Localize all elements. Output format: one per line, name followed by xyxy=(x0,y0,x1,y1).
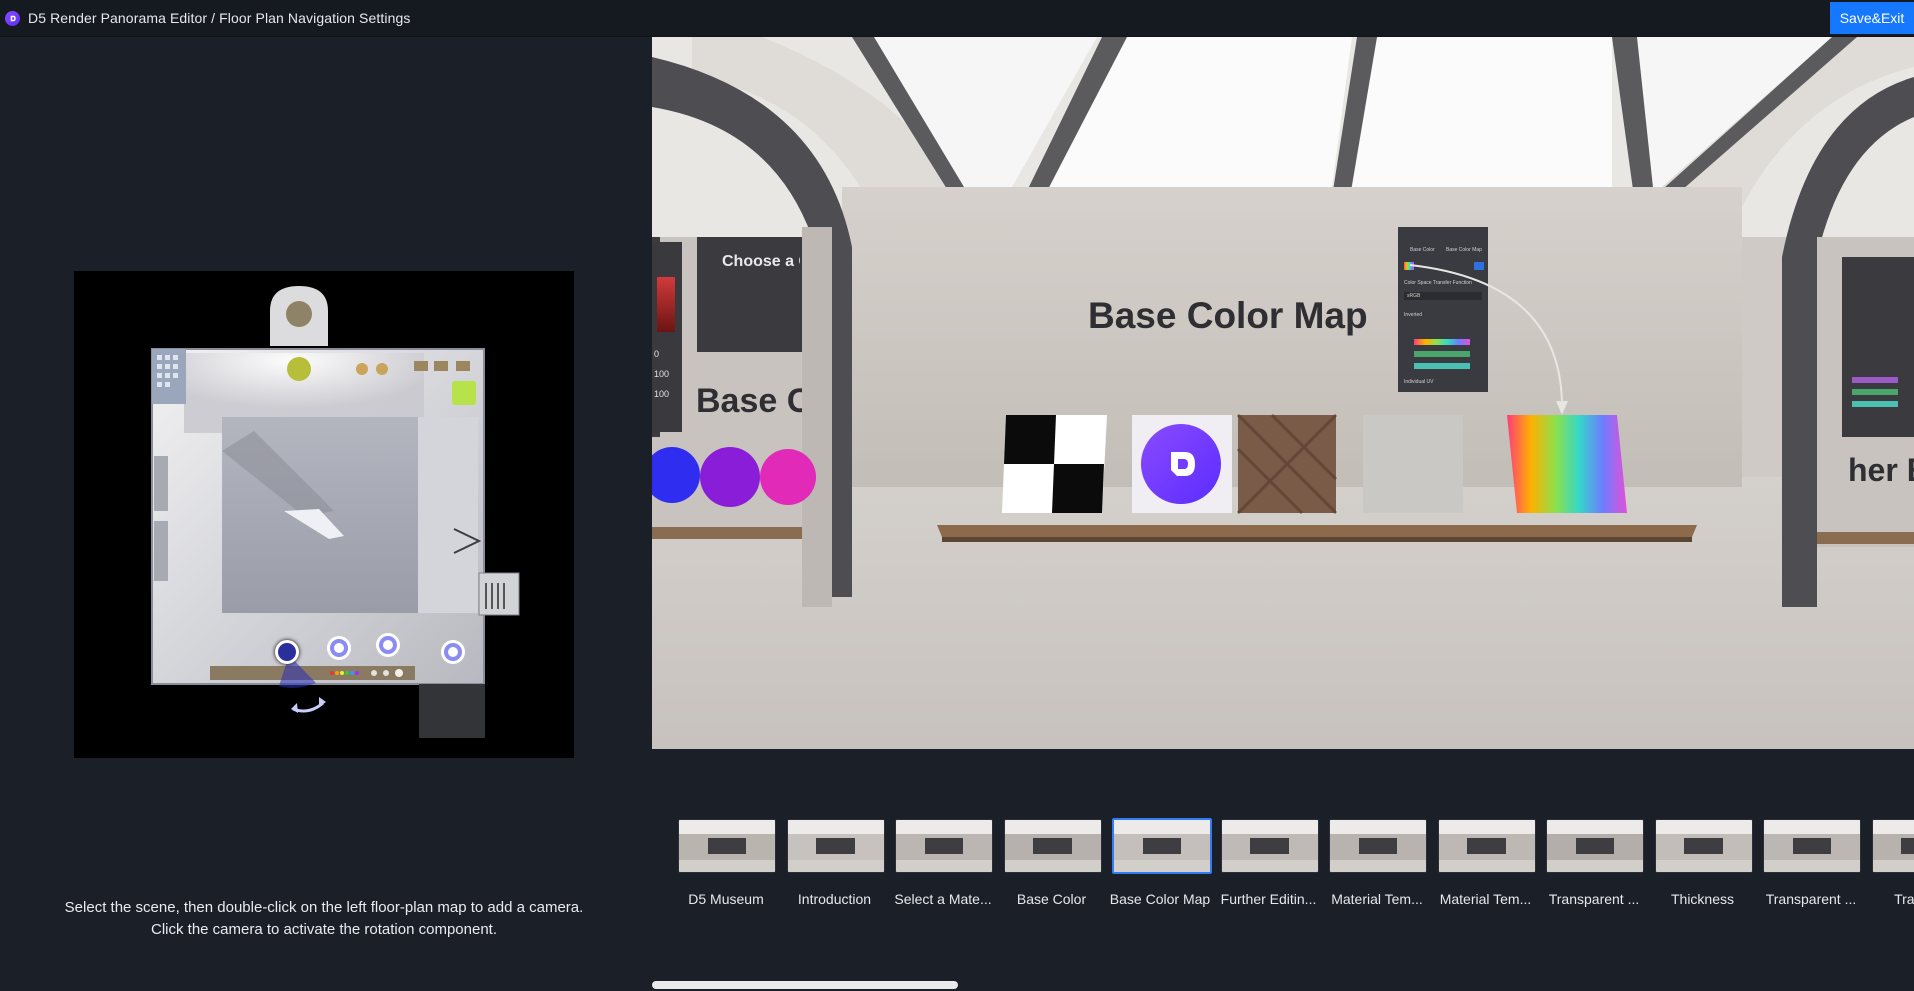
left-input-1: 0 xyxy=(654,349,660,359)
scene-label: Select a Mate... xyxy=(894,891,992,907)
scene-label: Transparent ... xyxy=(1548,891,1640,907)
scene-label: Transparent ... xyxy=(1765,891,1857,907)
ui-panel-inverted: Inverted xyxy=(1404,312,1423,318)
ui-panel-transfer-value: sRGB xyxy=(1407,293,1421,299)
rotate-arrow-icon[interactable] xyxy=(289,691,329,717)
left-input-2: 100 xyxy=(654,369,670,379)
camera-marker-icon[interactable] xyxy=(327,636,351,660)
camera-marker-icon[interactable] xyxy=(275,640,299,664)
scene-label: Transpa xyxy=(1894,891,1914,907)
camera-marker-icon[interactable] xyxy=(376,633,400,657)
instruction-line-2: Click the camera to activate the rotatio… xyxy=(150,921,497,938)
scene-thumbnail[interactable] xyxy=(1546,819,1644,873)
scene-thumbnail[interactable] xyxy=(1654,819,1753,873)
scene-label: Material Tem... xyxy=(1439,891,1532,907)
d5-logo-icon xyxy=(1141,424,1221,504)
scene-label: Thickness xyxy=(1670,891,1735,907)
scene-label: Base Color xyxy=(1016,891,1087,907)
scene-thumbnail[interactable] xyxy=(1220,819,1319,873)
floorplan-map[interactable] xyxy=(74,271,574,758)
ui-panel-transfer: Color Space Transfer Function xyxy=(1404,280,1472,286)
scene-label: Base Color Map xyxy=(1109,891,1211,907)
scene-thumbnail[interactable] xyxy=(1329,819,1427,873)
save-exit-button[interactable]: Save&Exit xyxy=(1830,2,1914,34)
scene-thumbnail[interactable] xyxy=(786,819,885,873)
camera-marker-icon[interactable] xyxy=(441,640,465,664)
instructions: Select the scene, then double-click on t… xyxy=(0,897,648,941)
title-bar: D5 Render Panorama Editor / Floor Plan N… xyxy=(0,0,1914,37)
window-title: D5 Render Panorama Editor / Floor Plan N… xyxy=(28,10,411,26)
scene-label: Introduction xyxy=(797,891,872,907)
left-wall-text: Base C xyxy=(696,382,802,420)
right-wall-text: her E xyxy=(1848,452,1914,488)
panorama-viewport[interactable]: Base Color Map Choose a Co Base C her E … xyxy=(652,37,1914,749)
instruction-line-1: Select the scene, then double-click on t… xyxy=(64,899,584,916)
scene-thumbnail[interactable] xyxy=(1003,819,1102,873)
ui-panel-tab-1: Base Color xyxy=(1410,247,1435,253)
wall-heading: Base Color Map xyxy=(1088,295,1368,336)
scene-scrollbar-thumb[interactable] xyxy=(652,981,958,989)
scene-thumbnail[interactable] xyxy=(1437,819,1536,873)
scene-label: D5 Museum xyxy=(688,891,764,907)
left-panel-heading: Choose a Co xyxy=(722,253,800,270)
scene-thumbnail[interactable] xyxy=(1871,819,1914,873)
ui-panel-tab-2: Base Color Map xyxy=(1446,247,1482,253)
scene-thumbnail[interactable] xyxy=(678,819,776,873)
left-input-3: 100 xyxy=(654,389,670,399)
scene-label: Further Editin... xyxy=(1220,891,1317,907)
scene-strip: D5 Museum Introduction Select a Mate... Bas… xyxy=(652,749,1914,991)
floorplan-panel: Select the scene, then double-click on t… xyxy=(0,37,651,991)
ui-panel-individual: Individual UV xyxy=(1404,379,1434,385)
d5-logo-icon xyxy=(5,10,20,26)
scene-thumbnail[interactable] xyxy=(1763,819,1861,873)
scene-thumbnail[interactable] xyxy=(895,819,993,873)
scene-thumbnail[interactable] xyxy=(1112,818,1212,874)
scene-label: Material Tem... xyxy=(1331,891,1423,907)
